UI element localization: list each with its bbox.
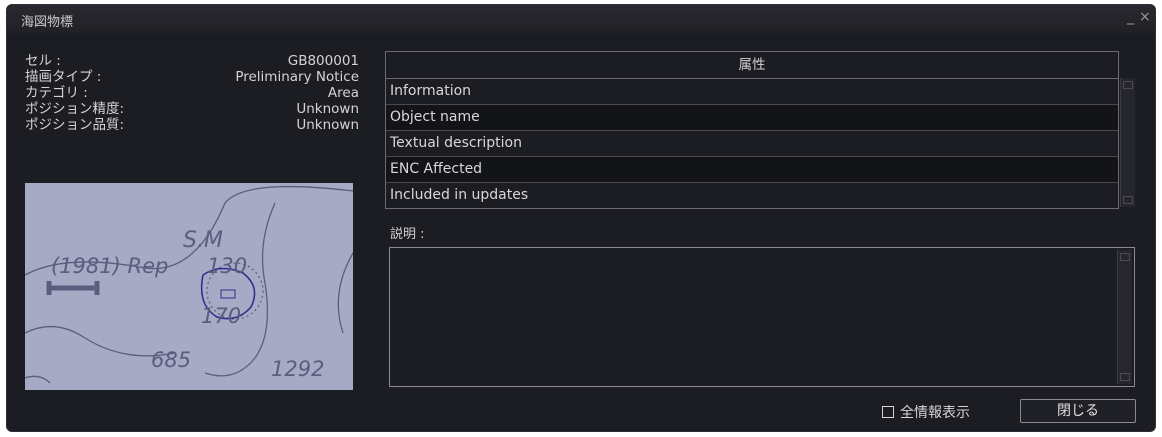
info-value: Unknown bbox=[296, 101, 359, 117]
map-label-130: 130 bbox=[207, 254, 247, 278]
info-label: ポジション品質: bbox=[25, 117, 125, 133]
info-row-position-quality: ポジション品質: Unknown bbox=[25, 117, 359, 133]
info-row-category: カテゴリ : Area bbox=[25, 85, 359, 101]
info-label: セル : bbox=[25, 53, 61, 69]
show-all-info-label: 全情報表示 bbox=[900, 405, 970, 421]
scroll-down-icon[interactable] bbox=[1120, 373, 1130, 381]
description-textbox[interactable] bbox=[389, 247, 1135, 387]
contour-line bbox=[337, 252, 353, 334]
attribute-row-object-name[interactable]: Object name bbox=[386, 105, 1118, 131]
attribute-table: 属性 Information Object name Textual descr… bbox=[385, 51, 1119, 209]
scroll-up-icon[interactable] bbox=[1123, 81, 1133, 89]
description-label: 説明 : bbox=[390, 227, 425, 242]
close-icon[interactable]: × bbox=[1139, 9, 1151, 25]
map-label-685: 685 bbox=[151, 348, 191, 372]
info-value: Area bbox=[327, 85, 359, 101]
object-info-panel: セル : GB800001 描画タイプ : Preliminary Notice… bbox=[25, 53, 359, 133]
description-text bbox=[390, 248, 1134, 256]
info-row-position-accuracy: ポジション精度: Unknown bbox=[25, 101, 359, 117]
show-all-info-option[interactable]: 全情報表示 bbox=[882, 402, 970, 422]
info-value: Unknown bbox=[296, 117, 359, 133]
show-all-info-checkbox[interactable] bbox=[882, 406, 894, 418]
minimize-icon[interactable]: _ bbox=[1127, 9, 1134, 25]
close-button[interactable]: 閉じる bbox=[1020, 399, 1136, 423]
title-bar[interactable]: 海図物標 _ × bbox=[7, 5, 1155, 33]
map-label-1292: 1292 bbox=[271, 357, 324, 381]
attribute-row-textual-description[interactable]: Textual description bbox=[386, 131, 1118, 157]
info-label: ポジション精度: bbox=[25, 101, 125, 117]
scroll-down-icon[interactable] bbox=[1123, 196, 1133, 204]
contour-line bbox=[25, 375, 51, 384]
attribute-scrollbar[interactable] bbox=[1120, 78, 1135, 207]
info-label: カテゴリ : bbox=[25, 85, 88, 101]
attribute-row-enc-affected[interactable]: ENC Affected bbox=[386, 157, 1118, 183]
attribute-table-header: 属性 bbox=[386, 52, 1118, 79]
scroll-up-icon[interactable] bbox=[1120, 253, 1130, 261]
info-row-draw-type: 描画タイプ : Preliminary Notice bbox=[25, 69, 359, 85]
info-row-cell: セル : GB800001 bbox=[25, 53, 359, 69]
window-title: 海図物標 bbox=[21, 15, 74, 30]
scale-bar bbox=[46, 281, 100, 295]
info-value: Preliminary Notice bbox=[235, 69, 359, 85]
info-label: 描画タイプ : bbox=[25, 69, 102, 85]
description-scrollbar[interactable] bbox=[1117, 250, 1132, 384]
info-value: GB800001 bbox=[287, 53, 359, 69]
attribute-row-included-in-updates[interactable]: Included in updates bbox=[386, 183, 1118, 208]
area-symbol bbox=[220, 289, 236, 299]
map-label-rep: (1981) Rep bbox=[51, 254, 168, 278]
chart-object-dialog: 海図物標 _ × セル : GB800001 描画タイプ : Prelimina… bbox=[6, 4, 1156, 432]
map-label-170: 170 bbox=[201, 304, 241, 328]
chart-preview-map: S.M (1981) Rep 130 170 685 1292 bbox=[25, 183, 353, 390]
attribute-row-information[interactable]: Information bbox=[386, 79, 1118, 105]
map-label-sm: S.M bbox=[183, 228, 223, 253]
